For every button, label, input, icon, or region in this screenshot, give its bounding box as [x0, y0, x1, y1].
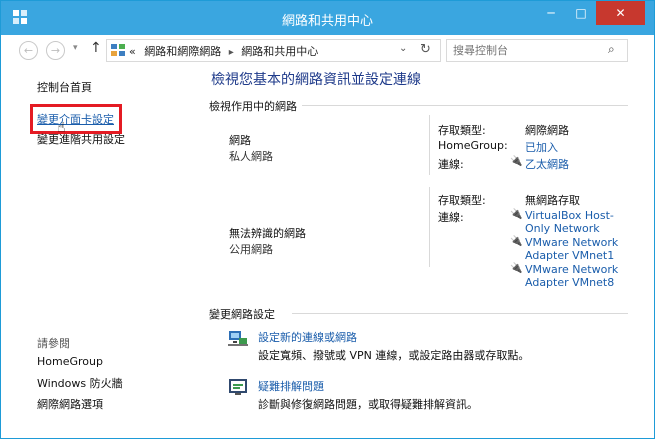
- homegroup-status-link[interactable]: 已加入: [525, 139, 558, 155]
- search-input[interactable]: [453, 42, 603, 58]
- breadcrumb-separator-icon[interactable]: ▸: [229, 47, 234, 58]
- header-divider: [302, 105, 628, 106]
- homegroup-label: HomeGroup:: [438, 139, 508, 152]
- network-type[interactable]: 私人網路: [229, 148, 273, 164]
- connection-virtualbox-link[interactable]: VirtualBox Host-Only Network: [525, 209, 625, 235]
- back-button[interactable]: ←: [19, 41, 38, 60]
- internet-options-link[interactable]: 網際網路選項: [37, 396, 103, 412]
- access-type-value: 無網路存取: [525, 194, 580, 207]
- header-divider: [292, 313, 628, 314]
- up-arrow-icon[interactable]: ↑: [90, 40, 102, 56]
- setup-connection-description: 設定寬頻、撥號或 VPN 連線，或設定路由器或存取點。: [258, 349, 530, 362]
- adapter-plug-icon: 🔌: [510, 263, 523, 274]
- connections-label: 連線:: [438, 158, 464, 171]
- refresh-icon[interactable]: ↻: [420, 42, 431, 57]
- address-dropdown-chevron-icon[interactable]: ⌄: [399, 43, 407, 54]
- network-name: 網路: [229, 134, 251, 147]
- highlight-box: [30, 104, 122, 134]
- network-setup-icon: [228, 331, 248, 346]
- left-pane: 控制台首頁 變更介面卡設定 ☝ 變更進階共用設定 請參閱 HomeGroup W…: [1, 65, 197, 437]
- troubleshoot-link[interactable]: 疑難排解問題: [258, 378, 324, 394]
- navigation-bar: ← → ▾ ↑ « 網路和網際網路 ▸ 網路和共用中心 ⌄ ↻ ⌕: [1, 35, 654, 65]
- connections-label: 連線:: [438, 211, 464, 224]
- connection-vmnet8-link[interactable]: VMware Network Adapter VMnet8: [525, 263, 625, 289]
- access-type-label: 存取類型:: [438, 124, 486, 137]
- breadcrumb-overflow[interactable]: «: [129, 45, 136, 58]
- connection-vmnet1-link[interactable]: VMware Network Adapter VMnet1: [525, 236, 625, 262]
- maximize-button[interactable]: □: [567, 1, 595, 25]
- network-type[interactable]: 公用網路: [229, 241, 273, 257]
- main-content: 檢視您基本的網路資訊並設定連線 檢視作用中的網路 網路 私人網路 存取類型: 網…: [197, 65, 654, 437]
- title-bar: 網路和共用中心 ─ □ ✕: [1, 1, 654, 35]
- window: 網路和共用中心 ─ □ ✕ ← → ▾ ↑ « 網路和網際網路 ▸ 網路和共用中…: [0, 0, 655, 439]
- connection-ethernet-link[interactable]: 乙太網路: [525, 156, 569, 172]
- see-also-label: 請參閱: [37, 337, 70, 350]
- network-divider: [429, 115, 430, 175]
- active-networks-header: 檢視作用中的網路: [209, 100, 297, 113]
- breadcrumb-item-network-internet[interactable]: 網路和網際網路: [144, 45, 221, 58]
- change-advanced-sharing-link[interactable]: 變更進階共用設定: [37, 131, 125, 147]
- homegroup-link[interactable]: HomeGroup: [37, 355, 103, 368]
- arrow-right-icon: →: [50, 44, 61, 57]
- troubleshoot-description: 診斷與修復網路問題，或取得疑難排解資訊。: [258, 398, 478, 411]
- breadcrumb: « 網路和網際網路 ▸ 網路和共用中心: [129, 43, 318, 59]
- search-box[interactable]: ⌕: [446, 39, 628, 62]
- control-panel-home-link[interactable]: 控制台首頁: [37, 79, 92, 95]
- minimize-button[interactable]: ─: [537, 1, 565, 25]
- recent-locations-chevron-icon[interactable]: ▾: [73, 43, 78, 53]
- forward-button[interactable]: →: [46, 41, 65, 60]
- close-button[interactable]: ✕: [596, 1, 645, 25]
- breadcrumb-item-sharing-center[interactable]: 網路和共用中心: [241, 45, 318, 58]
- access-type-label: 存取類型:: [438, 194, 486, 207]
- setup-connection-link[interactable]: 設定新的連線或網路: [258, 329, 357, 345]
- adapter-plug-icon: 🔌: [510, 236, 523, 247]
- control-panel-icon: [111, 44, 125, 56]
- address-bar[interactable]: « 網路和網際網路 ▸ 網路和共用中心 ⌄ ↻: [106, 39, 441, 62]
- network-name: 無法辨識的網路: [229, 227, 306, 240]
- windows-firewall-link[interactable]: Windows 防火牆: [37, 375, 123, 391]
- ethernet-plug-icon: 🔌: [510, 156, 523, 167]
- access-type-value: 網際網路: [525, 124, 569, 137]
- adapter-plug-icon: 🔌: [510, 209, 523, 220]
- change-settings-header: 變更網路設定: [209, 308, 275, 321]
- troubleshoot-icon: [229, 379, 247, 395]
- arrow-left-icon: ←: [23, 44, 34, 57]
- search-icon[interactable]: ⌕: [608, 42, 615, 57]
- network-divider: [429, 187, 430, 267]
- page-title: 檢視您基本的網路資訊並設定連線: [211, 72, 421, 88]
